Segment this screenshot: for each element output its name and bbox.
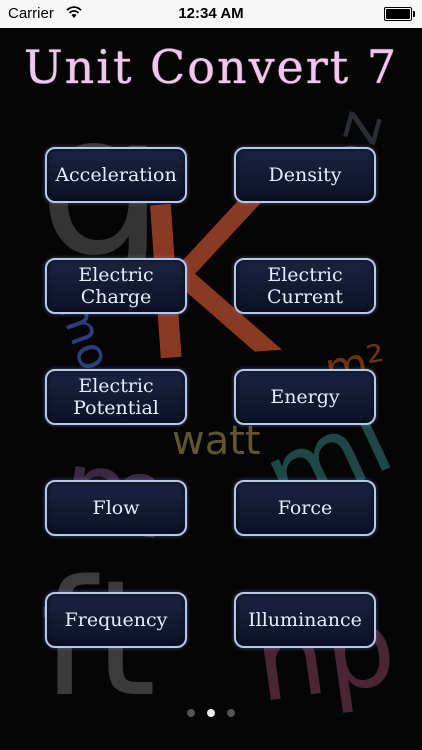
acceleration-button[interactable]: Acceleration (45, 147, 187, 203)
clock: 12:34 AM (178, 5, 244, 22)
page-dot-current[interactable] (207, 709, 215, 717)
force-button[interactable]: Force (234, 480, 376, 536)
button-label: Density (268, 164, 342, 186)
button-label: Force (277, 497, 333, 519)
button-label-line2: Current (266, 286, 344, 308)
button-label-line1: Electric (78, 264, 154, 286)
electric-potential-button[interactable]: Electric Potential (45, 369, 187, 425)
app-title: Unit Convert 7 (23, 40, 399, 94)
illuminance-button[interactable]: Illuminance (234, 592, 376, 648)
status-bar: Carrier 12:34 AM (0, 0, 422, 28)
electric-current-button[interactable]: Electric Current (234, 258, 376, 314)
button-label-line1: Electric (267, 264, 343, 286)
electric-charge-button[interactable]: Electric Charge (45, 258, 187, 314)
page-dot[interactable] (227, 709, 235, 717)
button-label-line1: Electric (78, 375, 154, 397)
button-label-line2: Potential (73, 397, 159, 419)
page-control[interactable] (0, 709, 422, 717)
button-label: Frequency (64, 609, 168, 631)
button-label: Illuminance (248, 609, 362, 631)
page-dot[interactable] (187, 709, 195, 717)
density-button[interactable]: Density (234, 147, 376, 203)
button-label: Flow (92, 497, 140, 519)
flow-button[interactable]: Flow (45, 480, 187, 536)
energy-button[interactable]: Energy (234, 369, 376, 425)
button-label: Acceleration (55, 164, 177, 186)
battery-icon (384, 7, 415, 21)
button-label-line2: Charge (80, 286, 152, 308)
button-label: Energy (270, 386, 340, 408)
frequency-button[interactable]: Frequency (45, 592, 187, 648)
